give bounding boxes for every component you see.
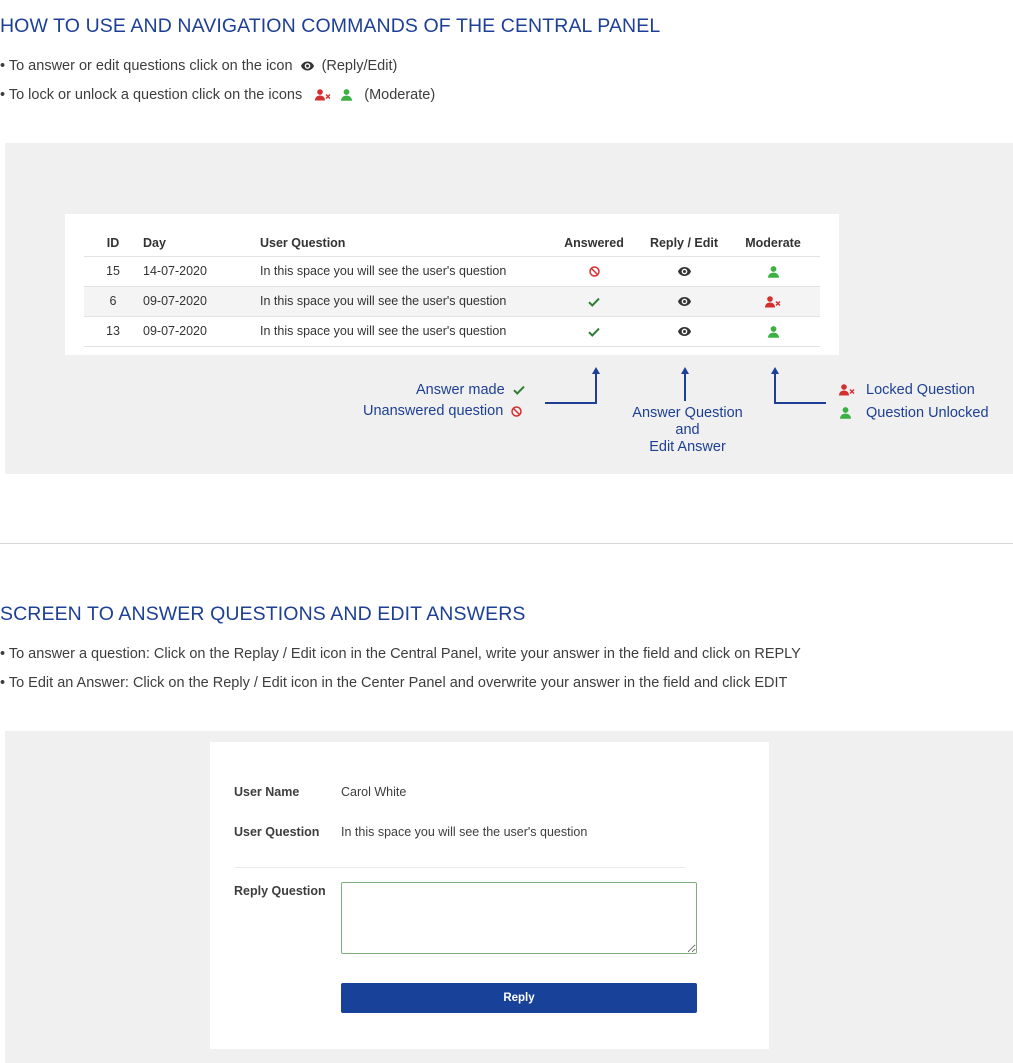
annotation-label: Answer made [416,382,505,398]
row-day: 09-07-2020 [142,315,260,347]
arrow-up-icon [681,367,689,374]
annotation-reply-edit: Answer Question and Edit Answer [618,405,757,456]
ban-icon [588,266,600,277]
column-header-answered[interactable]: Answered [546,230,642,256]
panel-illustration: ID Day User Question Answered Reply / Ed… [5,143,1013,474]
user-times-icon [315,89,331,101]
annotation-answer-made: Answer made [416,382,525,398]
annotation-label: Answer Question [632,405,743,421]
annotation-unlocked: Question Unlocked [840,405,989,421]
row-answered [546,255,642,286]
row-moderate [726,315,820,347]
row-answered [546,315,642,347]
user-times-icon [839,384,855,396]
eye-icon [300,61,314,71]
connector-line [774,373,776,403]
reply-button[interactable]: Reply [341,983,697,1013]
check-icon [588,327,600,337]
reply-form-card: User Name Carol White User Question In t… [210,742,769,1049]
column-header-moderate: Moderate [745,235,801,250]
row-reply-edit [642,315,726,347]
connector-line [774,402,826,404]
annotation-label: Question Unlocked [866,405,989,421]
section-title-answer-screen: SCREEN TO ANSWER QUESTIONS AND EDIT ANSW… [0,603,526,625]
connector-line [684,373,686,401]
questions-table: ID Day User Question Answered Reply / Ed… [84,230,820,347]
eye-icon[interactable] [677,297,691,307]
row-moderate [726,285,820,316]
check-icon [512,385,525,395]
check-icon [588,297,600,307]
row-id: 13 [84,315,142,347]
instruction-moderate: • To lock or unlock a question click on … [0,87,435,103]
annotation-unanswered: Unanswered question [363,403,522,419]
instruction-text: • To lock or unlock a question click on … [0,87,303,103]
ban-icon [511,405,522,417]
row-answered [546,285,642,316]
user-icon [840,407,851,419]
column-header-day[interactable]: Day [142,230,260,256]
table-row: 13 09-07-2020 In this space you will see… [84,315,820,347]
instruction-suffix: (Reply/Edit) [321,58,398,74]
annotation-label: and [675,422,700,438]
row-question: In this space you will see the user's qu… [260,315,546,347]
eye-icon[interactable] [677,327,691,337]
instruction-suffix: (Moderate) [364,87,436,103]
table-row: 6 09-07-2020 In this space you will see … [84,285,820,316]
form-divider [234,867,686,868]
user-name-value: Carol White [341,785,407,799]
instruction-edit: • To Edit an Answer: Click on the Reply … [0,675,788,691]
annotation-label: Unanswered question [363,403,504,419]
connector-line [595,373,597,404]
user-icon[interactable] [767,325,779,338]
table-row: 15 14-07-2020 In this space you will see… [84,255,820,286]
user-question-label: User Question [234,825,320,839]
user-name-label: User Name [234,785,300,799]
user-icon [341,89,353,101]
reply-question-label: Reply Question [234,884,326,898]
connector-line [545,402,596,404]
column-header-reply-edit: Reply / Edit [649,235,719,250]
eye-icon[interactable] [677,267,691,277]
table-header-row: ID Day User Question Answered Reply / Ed… [84,230,820,256]
user-times-icon[interactable] [765,295,781,308]
arrow-up-icon [592,367,600,374]
column-header-id[interactable]: ID [84,230,142,256]
row-day: 09-07-2020 [142,285,260,316]
row-id: 15 [84,255,142,286]
section-title-navigation: HOW TO USE AND NAVIGATION COMMANDS OF TH… [0,15,661,37]
row-day: 14-07-2020 [142,255,260,286]
row-question: In this space you will see the user's qu… [260,255,546,286]
section-divider [0,543,1013,544]
instruction-answer: • To answer a question: Click on the Rep… [0,646,801,662]
row-reply-edit [642,255,726,286]
reply-textarea[interactable] [341,882,697,954]
instruction-text: • To answer or edit questions click on t… [0,58,293,74]
column-header-question[interactable]: User Question [260,230,546,256]
user-question-value: In this space you will see the user's qu… [341,825,588,839]
row-question: In this space you will see the user's qu… [260,285,546,316]
annotation-label: Edit Answer [649,439,726,455]
row-reply-edit [642,285,726,316]
instruction-reply-edit: • To answer or edit questions click on t… [0,58,397,74]
row-moderate [726,255,820,286]
arrow-up-icon [771,367,779,374]
annotation-label: Locked Question [866,382,975,398]
questions-table-card: ID Day User Question Answered Reply / Ed… [65,214,839,355]
row-id: 6 [84,285,142,316]
user-icon[interactable] [767,265,779,278]
annotation-locked: Locked Question [839,382,975,398]
